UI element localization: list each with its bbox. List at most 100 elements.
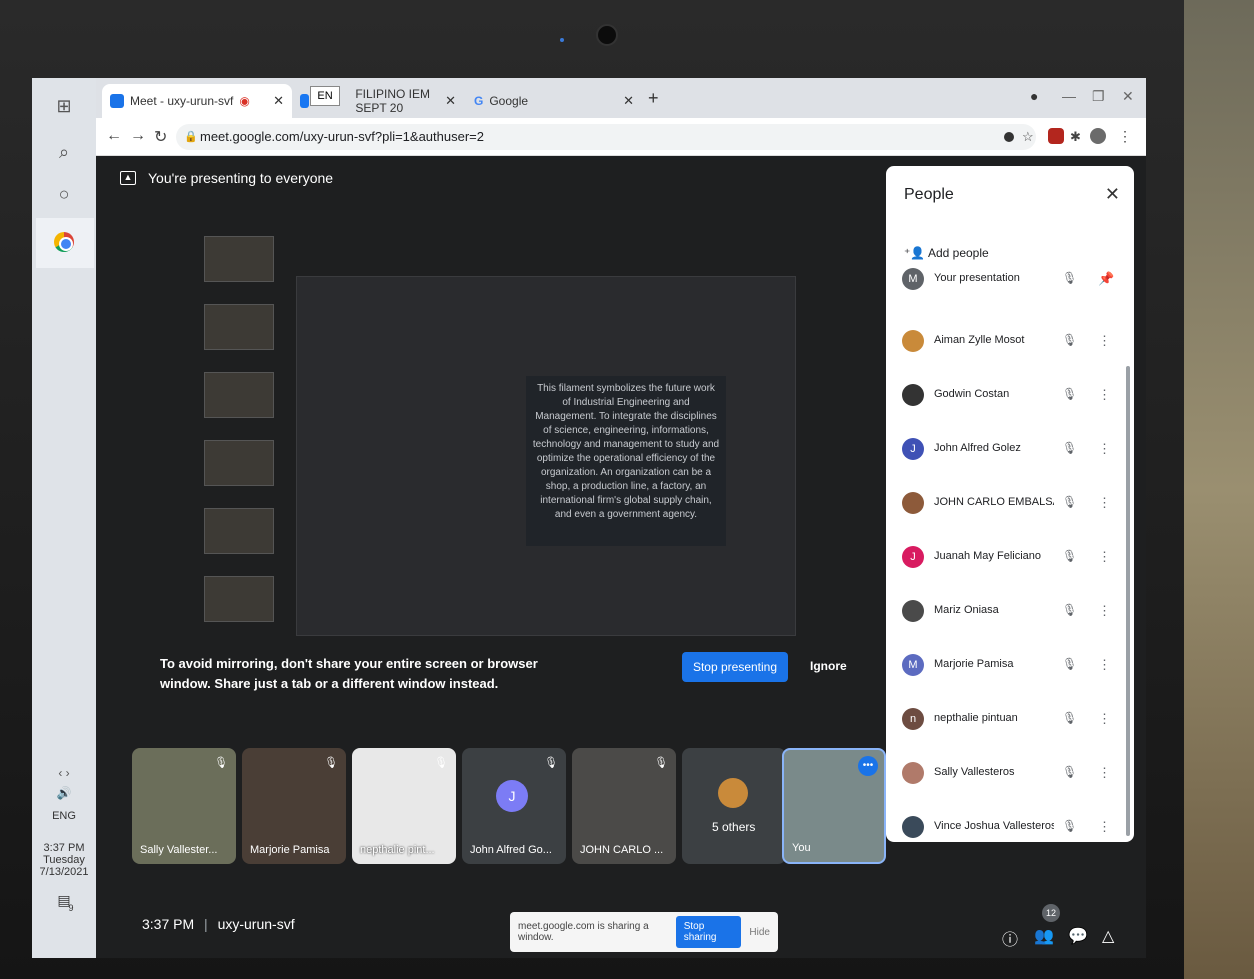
participant-row[interactable]: M Marjorie Pamisa 🎙 ⋮ bbox=[886, 642, 1134, 694]
search-icon[interactable]: ⌕ bbox=[52, 140, 76, 164]
profile-dot-icon[interactable]: ● bbox=[1030, 88, 1038, 104]
presenting-text: You're presenting to everyone bbox=[148, 170, 334, 186]
participant-name: nepthalie pintuan bbox=[934, 712, 1018, 724]
participant-tile[interactable]: 🎙 nepthalie pint... bbox=[352, 748, 456, 864]
language-label[interactable]: ENG bbox=[32, 810, 96, 822]
tab-label: FILIPINO IEM SEPT 20 bbox=[355, 87, 431, 115]
more-options-icon[interactable]: ⋮ bbox=[1098, 657, 1111, 673]
more-options-icon[interactable]: ⋮ bbox=[1098, 495, 1111, 511]
participant-name: Sally Vallesteros bbox=[934, 766, 1015, 778]
slide-thumb bbox=[204, 440, 274, 486]
participant-row[interactable]: JOHN CARLO EMBALSA... 🎙 ⋮ bbox=[886, 480, 1134, 532]
mic-off-icon: 🎙 bbox=[1062, 657, 1078, 671]
participant-avatar: n bbox=[902, 708, 924, 730]
windows-start-icon[interactable]: ⊞ bbox=[52, 94, 76, 118]
tab-meet[interactable]: Meet - uxy-urun-svf ◉ ✕ bbox=[102, 84, 292, 118]
language-indicator[interactable]: EN bbox=[310, 86, 340, 106]
others-tile[interactable]: 5 others bbox=[682, 748, 786, 864]
participant-name: Vince Joshua Vallesteros bbox=[934, 820, 1054, 832]
participant-tile[interactable]: 🎙 J John Alfred Go... bbox=[462, 748, 566, 864]
mic-off-icon: 🎙 bbox=[434, 757, 448, 769]
stop-sharing-button[interactable]: Stop sharing bbox=[675, 916, 742, 948]
more-options-icon[interactable]: ⋮ bbox=[1098, 387, 1111, 403]
close-tab-icon[interactable]: ✕ bbox=[623, 93, 634, 109]
chrome-menu-icon[interactable]: ⋮ bbox=[1118, 128, 1132, 145]
mic-off-icon: 🎙 bbox=[1062, 549, 1078, 563]
more-options-icon[interactable]: ⋮ bbox=[1098, 819, 1111, 835]
tray-expand-icon[interactable]: ‹ › bbox=[32, 766, 96, 780]
close-tab-icon[interactable]: ✕ bbox=[445, 93, 456, 109]
slide-text: This filament symbolizes the future work… bbox=[526, 376, 726, 546]
close-icon[interactable]: ✕ bbox=[1105, 184, 1120, 205]
more-options-icon[interactable]: ⋮ bbox=[1098, 711, 1111, 727]
people-count-badge: 12 bbox=[1042, 904, 1060, 922]
mic-off-icon: 🎙 bbox=[1062, 711, 1078, 725]
more-options-icon[interactable]: ⋮ bbox=[1098, 603, 1111, 619]
participant-row[interactable]: Godwin Costan 🎙 ⋮ bbox=[886, 372, 1134, 424]
participant-tiles: 🎙 Sally Vallester... 🎙 Marjorie Pamisa 🎙… bbox=[132, 748, 886, 864]
stop-presenting-button[interactable]: Stop presenting bbox=[682, 652, 788, 682]
mic-off-icon: 🎙 bbox=[1062, 765, 1078, 779]
participant-row[interactable]: Aiman Zylle Mosot 🎙 ⋮ bbox=[886, 318, 1134, 370]
camera-indicator-icon[interactable] bbox=[1004, 132, 1014, 142]
more-options-icon[interactable]: ⋮ bbox=[1098, 333, 1111, 349]
notification-count: 9 bbox=[68, 903, 74, 913]
more-options-icon[interactable]: ⋮ bbox=[1098, 549, 1111, 565]
taskbar-chrome-active[interactable] bbox=[36, 218, 94, 268]
meeting-info-icon[interactable]: ⓘ bbox=[1002, 926, 1018, 950]
participant-name: JOHN CARLO ... bbox=[580, 844, 664, 856]
participant-row[interactable]: Mariz Oniasa 🎙 ⋮ bbox=[886, 588, 1134, 640]
self-tile[interactable]: ••• You bbox=[782, 748, 886, 864]
participant-avatar bbox=[902, 384, 924, 406]
participant-name: nepthalie pint... bbox=[360, 844, 435, 856]
participant-tile[interactable]: 🎙 Sally Vallester... bbox=[132, 748, 236, 864]
participant-row[interactable]: M Your presentation 🎙 📌 bbox=[886, 256, 1134, 308]
participant-row[interactable]: n nepthalie pintuan 🎙 ⋮ bbox=[886, 696, 1134, 748]
activities-icon[interactable]: △ bbox=[1102, 926, 1114, 946]
forward-button[interactable]: → bbox=[130, 127, 146, 145]
participant-tile[interactable]: 🎙 JOHN CARLO ... bbox=[572, 748, 676, 864]
maximize-button[interactable]: ❐ bbox=[1092, 88, 1105, 105]
volume-icon[interactable]: 🔊 bbox=[32, 786, 96, 800]
participant-avatar: J bbox=[496, 780, 528, 812]
chat-icon[interactable]: 💬 bbox=[1068, 926, 1088, 946]
participant-row[interactable]: Vince Joshua Vallesteros 🎙 ⋮ bbox=[886, 804, 1134, 842]
webcam bbox=[596, 24, 618, 46]
extensions-puzzle-icon[interactable]: ✱ bbox=[1070, 129, 1081, 145]
others-avatars bbox=[718, 778, 748, 808]
more-options-icon[interactable]: ⋮ bbox=[1098, 765, 1111, 781]
screen-share-notice: meet.google.com is sharing a window. Sto… bbox=[510, 912, 778, 952]
participant-avatar: J bbox=[902, 438, 924, 460]
minimize-button[interactable]: — bbox=[1062, 88, 1076, 104]
participant-row[interactable]: Sally Vallesteros 🎙 ⋮ bbox=[886, 750, 1134, 802]
extension-icon[interactable] bbox=[1048, 128, 1064, 144]
presenting-banner: ▲ You're presenting to everyone bbox=[120, 170, 333, 186]
close-window-button[interactable]: ✕ bbox=[1122, 88, 1134, 105]
people-icon[interactable]: 👥 bbox=[1034, 926, 1054, 946]
tab-google[interactable]: G Google ✕ bbox=[466, 84, 642, 118]
reload-button[interactable]: ↻ bbox=[154, 127, 167, 147]
hide-button[interactable]: Hide bbox=[749, 927, 770, 938]
chrome-icon bbox=[54, 232, 74, 252]
participant-avatar bbox=[902, 492, 924, 514]
pin-icon[interactable]: 📌 bbox=[1098, 271, 1114, 287]
participant-tile[interactable]: 🎙 Marjorie Pamisa bbox=[242, 748, 346, 864]
url-field[interactable]: 🔒 meet.google.com/uxy-urun-svf?pli=1&aut… bbox=[176, 124, 1036, 150]
ignore-button[interactable]: Ignore bbox=[810, 659, 847, 673]
cortana-icon[interactable]: ○ bbox=[52, 182, 76, 206]
new-tab-button[interactable]: + bbox=[648, 88, 659, 109]
close-tab-icon[interactable]: ✕ bbox=[273, 93, 284, 109]
profile-avatar[interactable] bbox=[1090, 128, 1106, 144]
back-button[interactable]: ← bbox=[106, 127, 122, 145]
more-options-icon[interactable]: ••• bbox=[858, 756, 878, 776]
participant-row[interactable]: J Juanah May Feliciano 🎙 ⋮ bbox=[886, 534, 1134, 586]
mic-off-icon: 🎙 bbox=[654, 757, 668, 769]
participant-row[interactable]: J John Alfred Golez 🎙 ⋮ bbox=[886, 426, 1134, 478]
panel-scrollbar[interactable] bbox=[1126, 366, 1130, 836]
clock-day: Tuesday bbox=[43, 854, 85, 866]
clock-time[interactable]: 3:37 PM bbox=[32, 842, 96, 854]
participant-avatar: M bbox=[902, 268, 924, 290]
bookmark-star-icon[interactable]: ☆ bbox=[1022, 129, 1034, 145]
more-options-icon[interactable]: ⋮ bbox=[1098, 441, 1111, 457]
recording-icon: ◉ bbox=[239, 94, 250, 108]
